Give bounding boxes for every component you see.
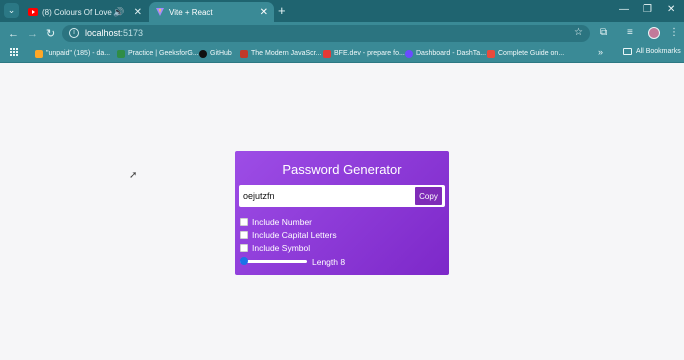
bookmark-favicon-icon — [405, 49, 413, 58]
apps-grid-icon[interactable] — [10, 48, 19, 57]
bookmark-item[interactable]: Dashboard - DashTa... — [405, 48, 486, 59]
close-window-button[interactable]: ✕ — [667, 4, 675, 15]
bookmark-star-icon[interactable]: ☆ — [574, 27, 583, 38]
speaker-icon[interactable]: 🔊 — [113, 7, 124, 18]
bookmark-item[interactable]: The Modern JavaScr... — [240, 48, 321, 59]
password-generator-card: Password Generator Copy Include Number I… — [235, 151, 449, 275]
bookmark-favicon-icon — [323, 49, 331, 58]
include-capital-option[interactable]: Include Capital Letters — [240, 229, 337, 240]
length-slider-thumb[interactable] — [240, 257, 248, 265]
folder-icon — [623, 48, 632, 55]
url-text[interactable]: localhost:5173 — [85, 28, 143, 38]
minimize-button[interactable]: — — [619, 4, 629, 15]
bookmark-item[interactable]: GitHub — [199, 48, 232, 59]
all-bookmarks-button[interactable]: All Bookmarks — [623, 48, 681, 55]
github-icon — [199, 49, 207, 58]
tab-close-icon[interactable]: ✕ — [134, 7, 142, 18]
new-tab-button[interactable]: + — [278, 3, 286, 18]
password-row: Copy — [239, 185, 445, 207]
tab-title: Vite + React — [169, 7, 213, 17]
bookmark-item[interactable]: Complete Guide on... — [487, 48, 564, 59]
include-number-option[interactable]: Include Number — [240, 216, 312, 227]
youtube-icon — [28, 7, 38, 17]
include-number-checkbox[interactable] — [240, 217, 248, 226]
card-title: Password Generator — [282, 162, 402, 177]
tab-search-button[interactable]: ⌄ — [4, 3, 19, 18]
tab-title: (8) Colours Of Love Mashup — [42, 7, 113, 17]
length-slider[interactable] — [240, 257, 307, 265]
length-control: Length 8 — [240, 256, 345, 267]
vite-icon — [155, 7, 165, 17]
include-symbol-option[interactable]: Include Symbol — [240, 242, 310, 253]
bookmark-favicon-icon — [35, 49, 43, 58]
length-label: Length 8 — [312, 256, 346, 267]
tab-youtube[interactable]: (8) Colours Of Love Mashup 🔊 ✕ — [22, 2, 148, 22]
back-button[interactable]: ← — [8, 27, 19, 41]
tab-close-icon[interactable]: ✕ — [260, 7, 268, 18]
more-bookmarks-icon[interactable]: » — [598, 47, 603, 57]
forward-button[interactable]: → — [27, 27, 38, 41]
geeksforgeeks-icon — [117, 49, 125, 58]
bookmark-item[interactable]: Practice | GeeksforG... — [117, 48, 199, 59]
bookmark-favicon-icon — [487, 49, 495, 58]
mouse-cursor-icon: ➚ — [129, 170, 138, 181]
bookmark-item[interactable]: "unpaid" (185) - da... — [35, 48, 110, 59]
copy-button[interactable]: Copy — [415, 187, 442, 205]
site-info-icon[interactable]: i — [69, 28, 79, 38]
bookmark-item[interactable]: BFE.dev - prepare fo... — [323, 48, 405, 59]
menu-kebab-icon[interactable]: ⋮ — [669, 27, 679, 38]
bookmark-favicon-icon — [240, 49, 248, 58]
reload-button[interactable]: ↻ — [46, 27, 55, 41]
include-symbol-checkbox[interactable] — [240, 243, 248, 252]
include-capital-checkbox[interactable] — [240, 230, 248, 239]
restore-button[interactable]: ❐ — [643, 4, 652, 15]
media-controls-icon[interactable]: ≡ — [627, 27, 633, 38]
profile-avatar[interactable] — [648, 27, 660, 39]
password-input[interactable] — [243, 189, 411, 203]
tab-vite-react[interactable]: Vite + React ✕ — [149, 2, 274, 22]
extensions-icon[interactable]: ⧉ — [600, 27, 607, 38]
